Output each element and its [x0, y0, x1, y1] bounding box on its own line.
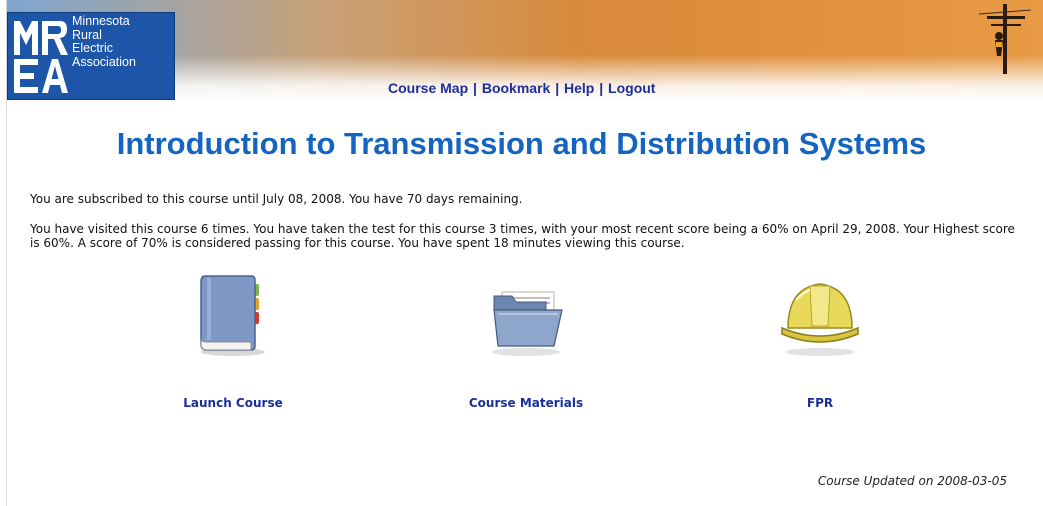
- nav-separator: |: [555, 80, 560, 96]
- page-title: Introduction to Transmission and Distrib…: [116, 126, 927, 161]
- logo-line-2: Rural: [72, 27, 102, 42]
- left-border: [0, 0, 7, 506]
- subscription-info: You are subscribed to this course until …: [30, 192, 523, 206]
- nav-separator: |: [473, 80, 477, 96]
- course-map-link[interactable]: Course Map: [388, 80, 468, 96]
- book-icon: [200, 275, 265, 356]
- course-materials-link[interactable]: Course Materials: [436, 396, 616, 410]
- launch-course-link[interactable]: Launch Course: [143, 396, 323, 410]
- logo-wordmark: Minnesota Rural Electric Association: [72, 14, 170, 69]
- course-materials-tile[interactable]: Course Materials: [436, 270, 616, 410]
- course-stats: You have visited this course 6 times. Yo…: [30, 222, 1015, 250]
- launch-course-tile[interactable]: Launch Course: [143, 270, 323, 410]
- nav-separator: |: [599, 80, 604, 96]
- mrea-logo[interactable]: Minnesota Rural Electric Association: [7, 12, 175, 100]
- top-nav: Course Map | Bookmark | Help | Logout: [388, 80, 655, 96]
- fpr-tile[interactable]: FPR: [730, 270, 910, 410]
- utility-pole-icon: [979, 4, 1031, 74]
- fpr-link[interactable]: FPR: [730, 396, 910, 410]
- course-updated-date: Course Updated on 2008-03-05: [817, 474, 1007, 488]
- logo-line-1: Minnesota: [72, 14, 130, 28]
- bookmark-link[interactable]: Bookmark: [482, 80, 550, 96]
- logo-line-4: Association: [72, 54, 136, 69]
- logout-link[interactable]: Logout: [608, 80, 655, 96]
- logo-line-3: Electric: [72, 41, 113, 55]
- mrea-logo-mark: [12, 17, 70, 95]
- help-link[interactable]: Help: [564, 80, 594, 96]
- folder-icon: [492, 291, 563, 356]
- hard-hat-icon: [781, 283, 859, 356]
